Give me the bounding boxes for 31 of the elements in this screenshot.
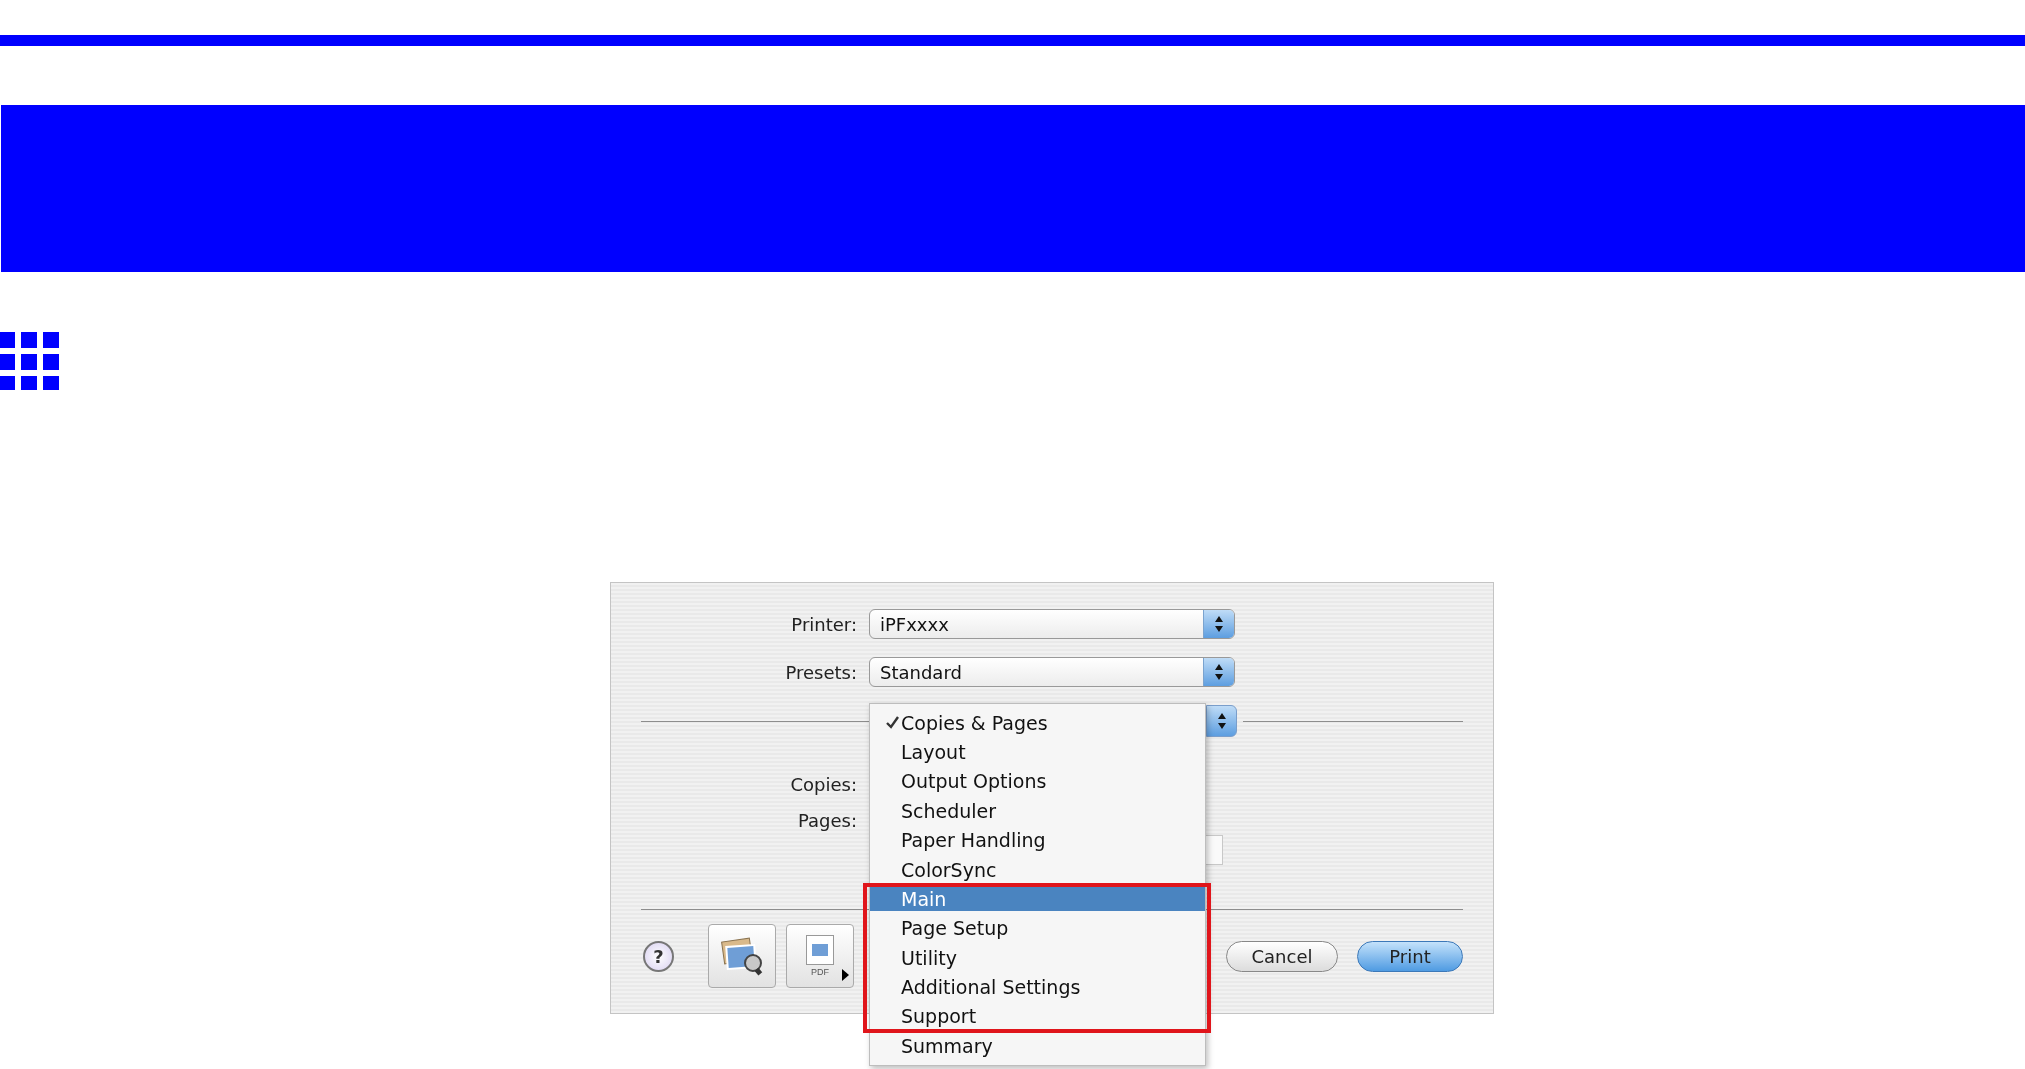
menu-item[interactable]: Utility: [870, 945, 1205, 970]
menu-item[interactable]: Paper Handling: [870, 828, 1205, 853]
menu-item[interactable]: Additional Settings: [870, 975, 1205, 1000]
photo-loupe-icon: [720, 936, 764, 976]
cancel-button[interactable]: Cancel: [1226, 940, 1338, 972]
field-label: Copies:: [789, 773, 858, 795]
menu-item[interactable]: Layout: [870, 740, 1205, 765]
preview-button[interactable]: [708, 924, 776, 988]
print-button[interactable]: Print: [1357, 940, 1463, 972]
menu-item[interactable]: Page Setup: [870, 916, 1205, 941]
stepper-arrows-icon: [1213, 662, 1225, 682]
caret-icon: [842, 969, 849, 981]
help-button[interactable]: ?: [643, 940, 674, 972]
menu-item[interactable]: Summary: [870, 1033, 1205, 1058]
menu-item[interactable]: Support: [870, 1004, 1205, 1029]
menu-item[interactable]: Scheduler: [870, 798, 1205, 823]
stepper-arrows-icon: [1215, 711, 1228, 731]
menu-item[interactable]: Copies & Pages: [870, 710, 1205, 735]
menu-item[interactable]: Main: [870, 886, 1205, 911]
stepper-arrows-icon: [1213, 614, 1225, 634]
menu-item[interactable]: ColorSync: [870, 857, 1205, 882]
presets-popup[interactable]: Standard: [869, 657, 1235, 687]
field-label: Presets:: [784, 661, 858, 683]
menu-item[interactable]: Output Options: [870, 769, 1205, 794]
document-icon: [806, 935, 834, 965]
popup-stepper[interactable]: [1206, 705, 1237, 737]
field-label: Printer:: [790, 613, 858, 635]
field-label: Pages:: [796, 809, 858, 831]
pdf-button[interactable]: PDF: [786, 924, 854, 988]
printer-popup[interactable]: iPFxxxx: [869, 609, 1235, 639]
grid-icon: [0, 332, 59, 390]
